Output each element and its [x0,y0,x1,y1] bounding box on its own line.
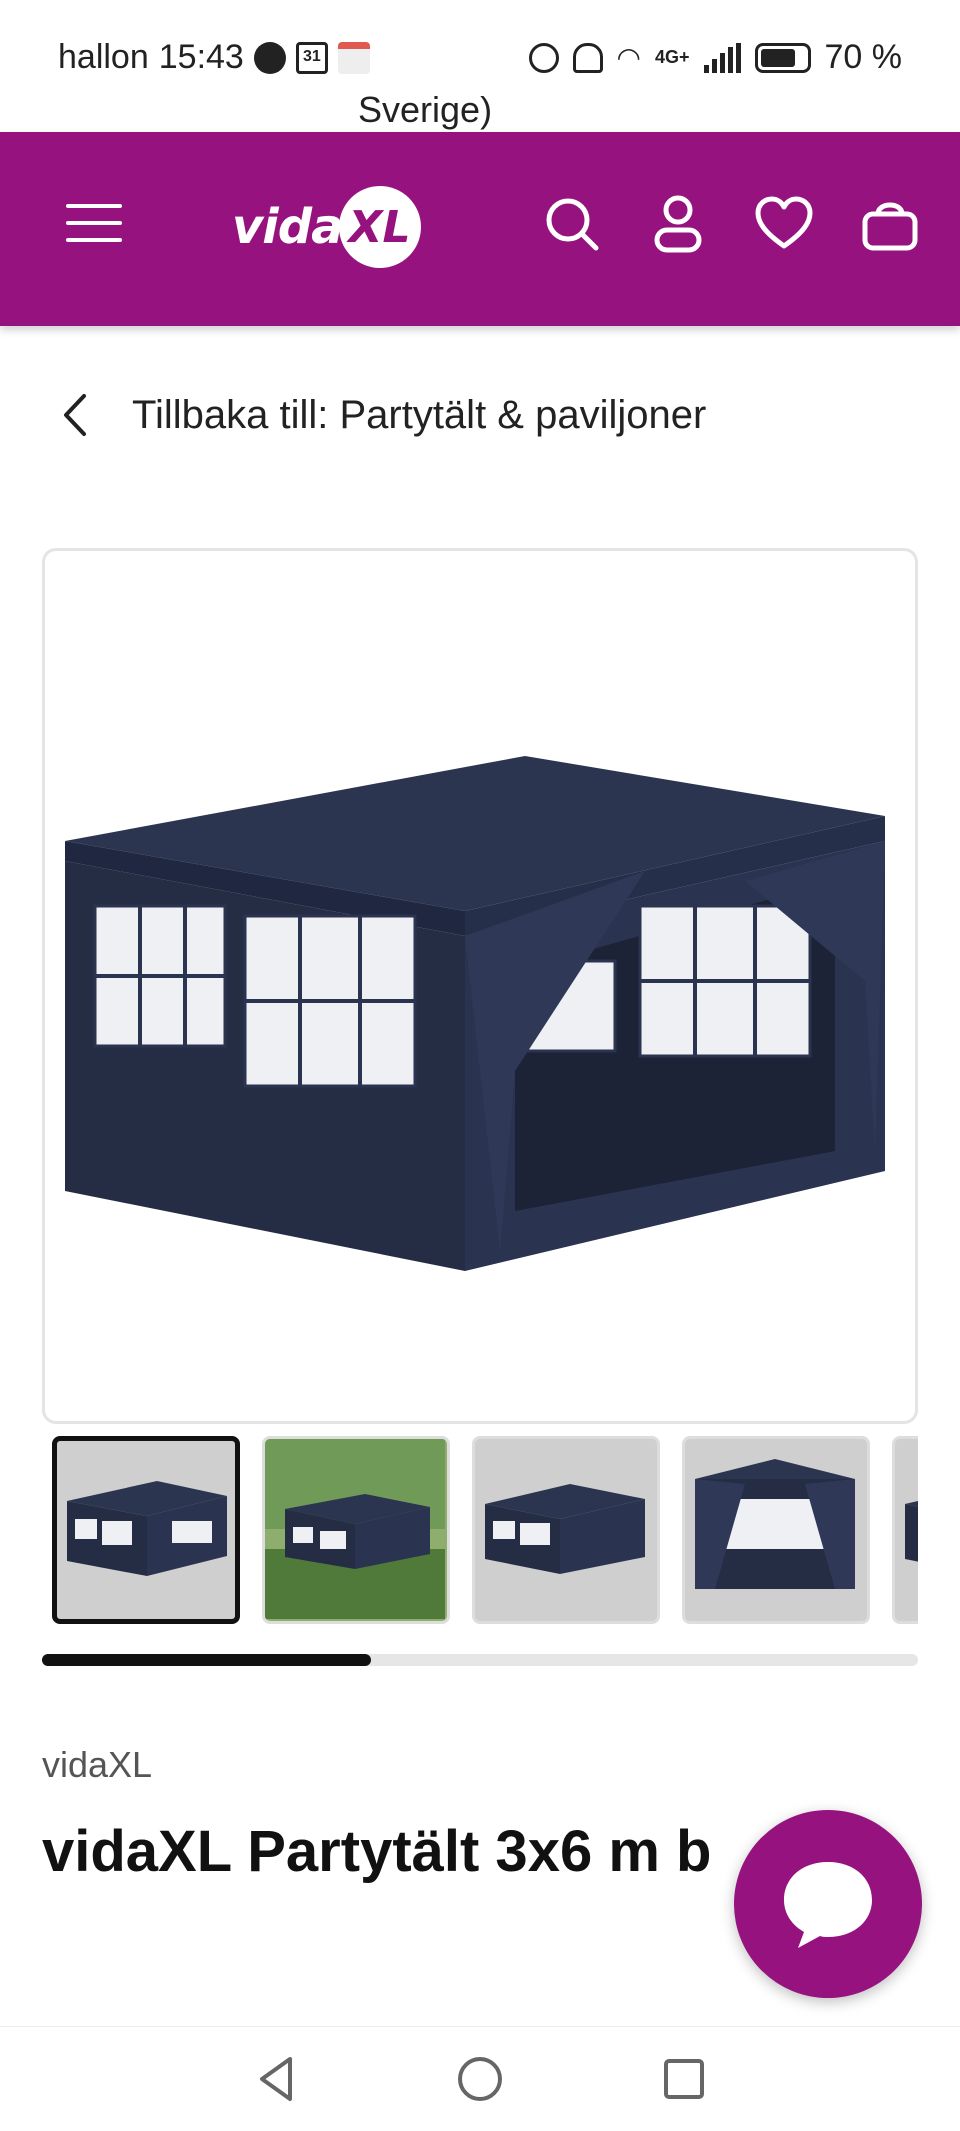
home-icon[interactable] [454,2053,506,2105]
alarm-icon [528,42,559,73]
system-nav-bar [0,2026,960,2131]
main-product-image[interactable] [42,548,918,1424]
site-header: vida XL [0,132,960,326]
header-actions [542,192,920,256]
tent-illustration [65,756,885,1271]
status-left: hallon 15:43 31 [58,38,370,77]
cart-icon[interactable] [860,192,920,256]
wifi-icon: ◠ [616,42,641,73]
back-icon[interactable] [250,2053,302,2105]
status-right: ◠ 4G+ 70 % [528,38,903,77]
gallery-scroll-indicator [42,1654,918,1666]
messenger-icon [253,41,286,74]
user-icon[interactable] [648,192,708,256]
carrier-label: hallon [58,38,149,76]
gallery-scroll-indicator-fill [42,1654,371,1666]
chevron-left-icon [64,394,86,436]
battery-icon [754,42,811,73]
chat-bubble-icon [784,1862,872,1948]
vidaxl-logo[interactable]: vida XL [232,184,421,270]
calendar-app-icon [337,41,370,74]
back-link-label: Tillbaka till: Partytält & paviljoner [132,392,707,437]
thumbnail-5[interactable] [892,1436,918,1624]
product-brand[interactable]: vidaXL [42,1744,152,1786]
battery-percent: 70 % [824,38,903,76]
headphones-icon [572,42,603,73]
logo-text: vida [232,199,343,255]
thumbnail-4[interactable] [682,1436,870,1624]
recents-icon[interactable] [658,2053,710,2105]
heart-icon[interactable] [754,192,814,256]
thumbnail-strip[interactable] [52,1436,918,1626]
chat-button[interactable] [734,1810,922,1998]
menu-icon[interactable] [66,204,122,248]
thumbnail-2[interactable] [262,1436,450,1624]
thumbnail-1[interactable] [52,1436,240,1624]
thumbnail-3[interactable] [472,1436,660,1624]
clock: 15:43 [158,38,244,76]
product-title: vidaXL Partytält 3x6 m b [42,1819,712,1884]
search-icon[interactable] [542,192,602,256]
signal-icon [703,42,741,73]
calendar-icon: 31 [295,41,328,74]
back-link[interactable]: Tillbaka till: Partytält & paviljoner [58,390,706,440]
network-type: 4G+ [654,47,690,67]
logo-badge: XL [338,186,421,268]
scrolled-overlay-text: Sverige) [358,89,493,130]
